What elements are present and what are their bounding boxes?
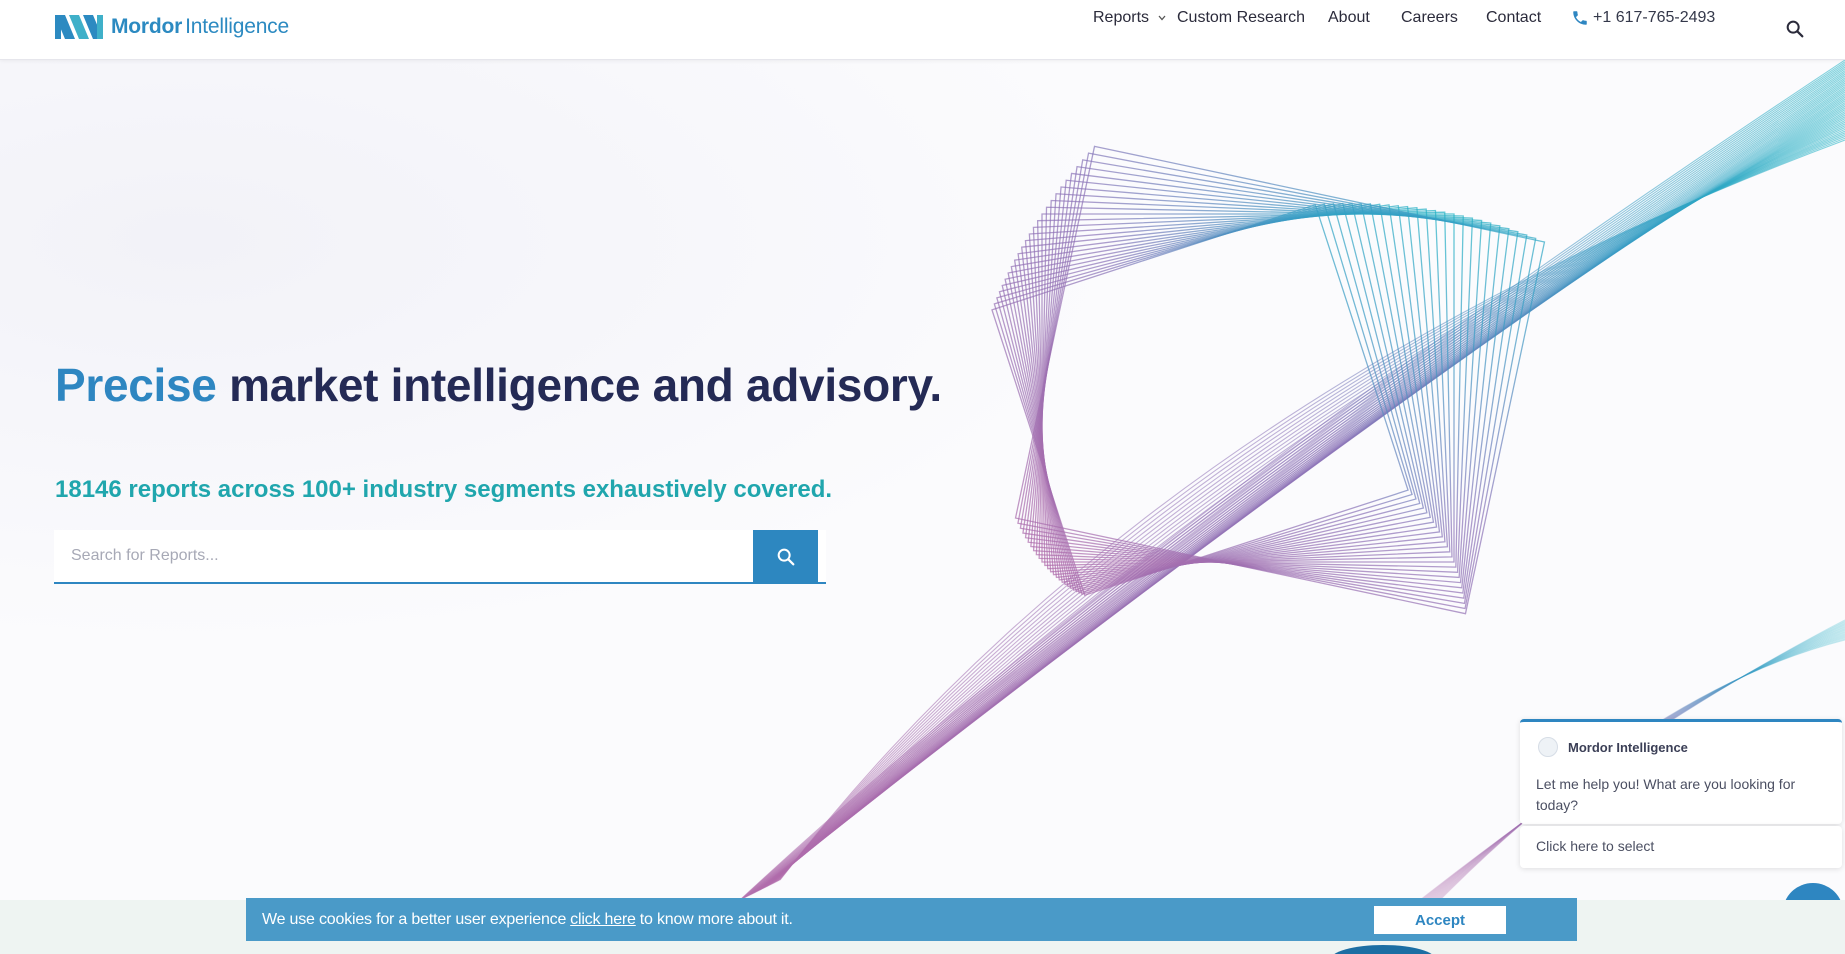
search-icon[interactable]: [1784, 18, 1806, 40]
chat-popup[interactable]: Mordor Intelligence Let me help you! Wha…: [1520, 719, 1842, 824]
chat-agent-name: Mordor Intelligence: [1568, 739, 1688, 755]
cookie-more-info-link[interactable]: click here: [570, 911, 636, 929]
logo-text: Mordor Intelligence: [111, 15, 289, 39]
nav-about-label: About: [1328, 9, 1370, 26]
nav-careers[interactable]: Careers: [1401, 9, 1458, 27]
nav-custom-research-label: Custom Research: [1177, 9, 1306, 26]
report-search-button[interactable]: [753, 530, 818, 584]
logo-name-bold: Mordor: [111, 15, 183, 38]
site-header: Mordor Intelligence Reports Custom Resear…: [0, 0, 1845, 60]
cookie-banner: We use cookies for a better user experie…: [246, 898, 1577, 941]
chat-message: Let me help you! What are you looking fo…: [1536, 776, 1796, 813]
nav-contact[interactable]: Contact: [1486, 9, 1541, 27]
chevron-down-icon: [1158, 15, 1166, 21]
chat-bot-avatar: [1538, 737, 1558, 757]
logo-name-light: Intelligence: [185, 15, 289, 38]
wireframe-line: [1027, 179, 1501, 589]
hero-headline-accent: Precise: [55, 359, 217, 411]
nav-custom-research[interactable]: Custom Research: [1177, 9, 1305, 27]
logo-mark-icon: [55, 15, 103, 39]
report-search: [54, 530, 826, 584]
nav-careers-label: Careers: [1401, 9, 1458, 26]
nav-reports-label: Reports: [1093, 9, 1150, 26]
chat-header: Mordor Intelligence: [1538, 737, 1688, 757]
nav-reports[interactable]: Reports: [1093, 9, 1167, 27]
report-search-input[interactable]: [54, 530, 694, 582]
search-icon: [777, 548, 794, 566]
cookie-accept-button[interactable]: Accept: [1374, 906, 1506, 934]
chat-select-option[interactable]: Click here to select: [1520, 826, 1842, 868]
nav-contact-label: Contact: [1486, 9, 1542, 26]
cookie-text-after: to know more about it.: [639, 910, 793, 928]
nav-about[interactable]: About: [1328, 9, 1370, 27]
hero-subline: 18146 reports across 100+ industry segme…: [55, 476, 833, 503]
cookie-text-before: We use cookies for a better user experie…: [262, 910, 567, 928]
hero-headline-rest: market intelligence and advisory.: [216, 359, 942, 411]
nav-phone[interactable]: +1 617-765-2493: [1571, 9, 1715, 27]
hero-headline: Precise market intelligence and advisory…: [55, 358, 942, 412]
phone-icon: [1573, 11, 1587, 25]
nav-phone-number: +1 617-765-2493: [1593, 9, 1716, 26]
mordor-logo[interactable]: Mordor Intelligence: [55, 12, 289, 42]
